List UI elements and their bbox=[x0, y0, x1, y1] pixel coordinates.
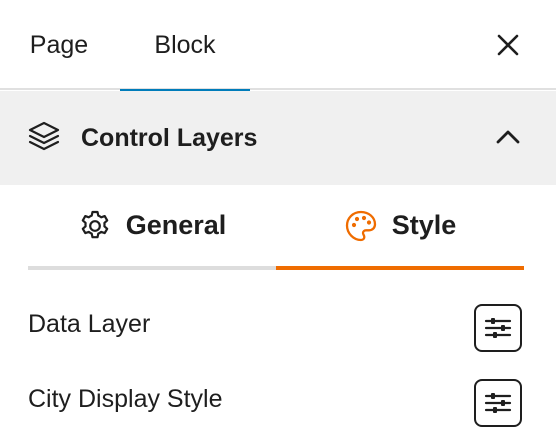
tab-general-label: General bbox=[125, 210, 227, 240]
panel-title: Control Layers bbox=[81, 123, 258, 152]
tab-style-label: Style bbox=[391, 210, 457, 240]
setting-label: Data Layer bbox=[28, 309, 151, 338]
city-display-style-settings-button[interactable] bbox=[474, 379, 522, 427]
tab-page[interactable]: Page bbox=[0, 0, 118, 90]
tab-style[interactable]: Style bbox=[276, 185, 524, 270]
tab-general[interactable]: General bbox=[28, 185, 276, 270]
layers-icon bbox=[28, 121, 60, 151]
palette-icon bbox=[345, 210, 376, 241]
close-icon bbox=[497, 34, 519, 56]
close-button[interactable] bbox=[486, 23, 530, 67]
tab-block[interactable]: Block bbox=[120, 0, 250, 92]
sliders-icon bbox=[484, 318, 512, 338]
gear-icon bbox=[81, 210, 109, 238]
tab-block-label: Block bbox=[154, 30, 216, 59]
sliders-icon bbox=[484, 393, 512, 413]
setting-label: City Display Style bbox=[28, 384, 223, 413]
tab-page-label: Page bbox=[29, 30, 89, 59]
control-layers-panel-header[interactable]: Control Layers bbox=[0, 91, 556, 185]
chevron-up-icon[interactable] bbox=[492, 121, 524, 153]
sidebar-tab-bar: Page Block bbox=[0, 0, 556, 92]
setting-data-layer: Data Layer bbox=[28, 300, 524, 356]
panel-subtabs: General Style bbox=[28, 185, 524, 270]
setting-city-display-style: City Display Style bbox=[28, 375, 524, 431]
data-layer-settings-button[interactable] bbox=[474, 304, 522, 352]
